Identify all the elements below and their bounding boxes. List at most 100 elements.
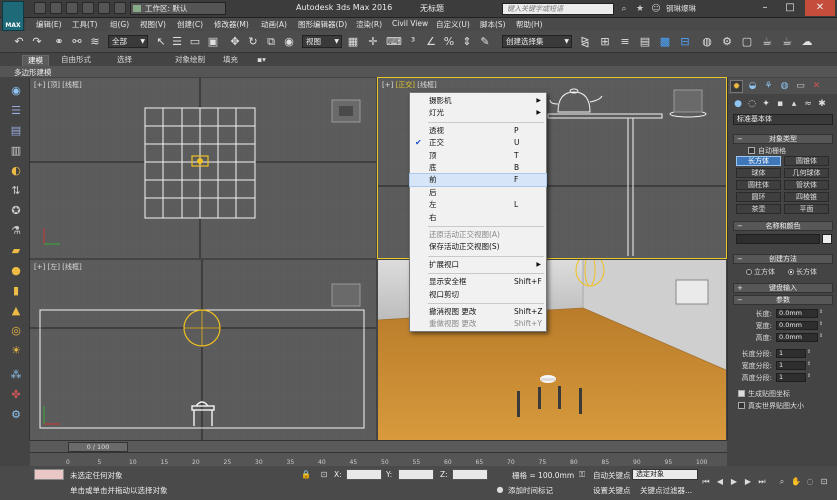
minimize-icon[interactable]: – <box>753 0 777 16</box>
user-icon[interactable]: ☺ <box>650 3 662 15</box>
filter-icon[interactable]: ▥ <box>9 144 23 158</box>
graphite-toggle-icon[interactable]: ▤ <box>638 35 652 49</box>
undo-quick-icon[interactable] <box>82 2 94 14</box>
cylinder-primitive-icon[interactable]: ▮ <box>9 284 23 298</box>
torus-primitive-icon[interactable]: ◎ <box>9 324 23 338</box>
height-segs-field[interactable]: 1 <box>776 373 806 382</box>
z-coordinate-field[interactable] <box>452 469 488 480</box>
select-manipulate-icon[interactable]: ✛ <box>366 35 380 49</box>
menu-help[interactable]: 帮助(H) <box>516 19 543 30</box>
close-icon[interactable]: ✕ <box>805 0 835 16</box>
context-menu-item[interactable]: 前F <box>409 173 547 188</box>
key-icon[interactable]: ⚿ <box>576 469 588 481</box>
next-frame-icon[interactable]: ▶ <box>742 476 754 488</box>
real-world-map-checkbox[interactable]: 真实世界贴图大小 <box>738 401 804 411</box>
context-menu-item[interactable]: 视口剪切 <box>410 289 546 301</box>
redo-quick-icon[interactable] <box>98 2 110 14</box>
parameters-rollout[interactable]: − 参数 <box>733 295 833 305</box>
curve-editor-icon[interactable]: ▩ <box>658 35 672 49</box>
helpers-icon[interactable]: ▴ <box>788 98 800 110</box>
align-icon[interactable]: ⊞ <box>598 35 612 49</box>
teapot-button[interactable]: 茶壶 <box>736 204 781 214</box>
autogrid-checkbox[interactable]: 自动栅格 <box>748 146 786 156</box>
ribbon-tab-object-paint[interactable]: 对象绘制 <box>170 55 210 66</box>
box-primitive-icon[interactable]: ▰ <box>9 244 23 258</box>
menu-group[interactable]: 组(G) <box>110 19 129 30</box>
spacewarp-icon[interactable]: ⁂ <box>9 368 23 382</box>
ribbon-tab-freeform[interactable]: 自由形式 <box>56 55 96 66</box>
search-input[interactable]: 键入关键字或短语 <box>502 3 614 15</box>
hierarchy-icon[interactable]: ✪ <box>9 204 23 218</box>
menu-tools[interactable]: 工具(T) <box>72 19 97 30</box>
length-segs-spinner[interactable]: ⇕ <box>807 349 812 358</box>
ribbon-tab-selection[interactable]: 选择 <box>112 55 137 66</box>
lock-selection-icon[interactable]: 🔒 <box>300 469 312 481</box>
sphere-button[interactable]: 球体 <box>736 168 781 178</box>
go-to-start-icon[interactable]: ⏮ <box>700 476 712 488</box>
height-field[interactable]: 0.0mm <box>776 333 818 342</box>
time-slider[interactable]: 0 / 100 <box>68 442 128 452</box>
render-production-icon[interactable]: ☕ <box>760 35 774 49</box>
link-icon[interactable]: ⚭ <box>52 35 66 49</box>
motion-tab-icon[interactable]: ◍ <box>778 80 791 93</box>
app-logo[interactable]: MAX <box>2 1 24 31</box>
context-menu-item[interactable]: 还原活动正交视图(A) <box>410 229 546 241</box>
menu-scripting[interactable]: 脚本(S) <box>480 19 506 30</box>
pyramid-button[interactable]: 四棱锥 <box>784 192 829 202</box>
spinner-snap-icon[interactable]: ⇕ <box>460 35 474 49</box>
spacewarps-icon[interactable]: ≈ <box>802 98 814 110</box>
move-icon[interactable]: ✥ <box>228 35 242 49</box>
bind-spacewarp-icon[interactable]: ≋ <box>88 35 102 49</box>
viewport-top[interactable]: [+] [顶] [线框] <box>30 78 376 258</box>
track-bar[interactable]: 0 5 10 15 20 25 30 35 40 45 50 55 60 65 70 75 80 85 90 95 10… <box>30 452 727 466</box>
selection-filter-dropdown[interactable]: 全部 ▼ <box>108 35 148 48</box>
width-segs-spinner[interactable]: ⇕ <box>807 361 812 370</box>
context-menu-item[interactable]: 显示安全框 Shift+F <box>410 276 546 288</box>
menu-graph-editors[interactable]: 图形编辑器(D) <box>298 19 347 30</box>
create-tab-icon[interactable]: ✹ <box>730 80 743 93</box>
context-menu-item[interactable]: 保存活动正交视图(S) <box>410 241 546 253</box>
helper-icon[interactable]: ✤ <box>9 388 23 402</box>
rendered-frame-window-icon[interactable]: ▢ <box>740 35 754 49</box>
menu-civil-view[interactable]: Civil View <box>392 19 428 28</box>
sort-icon[interactable]: ⇅ <box>9 184 23 198</box>
height-spinner[interactable]: ⇕ <box>819 333 824 342</box>
rotate-icon[interactable]: ↻ <box>246 35 260 49</box>
search-icon[interactable]: ⌕ <box>618 3 630 15</box>
percent-snap-icon[interactable]: % <box>442 35 456 49</box>
systems-icon[interactable]: ✱ <box>816 98 828 110</box>
orbit-icon[interactable]: ◌ <box>804 476 816 488</box>
box-radio[interactable]: 长方体 <box>788 267 817 277</box>
pivot-center-icon[interactable]: ▦ <box>346 35 360 49</box>
sphere-primitive-icon[interactable]: ● <box>9 264 23 278</box>
viewport-front-label[interactable]: [+] [正交] [线框] <box>382 80 437 90</box>
hierarchy-tab-icon[interactable]: ⚘ <box>762 80 775 93</box>
keyboard-shortcut-icon[interactable]: ⌨ <box>386 35 402 49</box>
rectangular-selection-icon[interactable]: ▭ <box>188 35 202 49</box>
modify-tab-icon[interactable]: ◒ <box>746 80 759 93</box>
lights-icon[interactable]: ✦ <box>760 98 772 110</box>
select-by-name-icon[interactable]: ☰ <box>170 35 184 49</box>
systems-icon[interactable]: ⚙ <box>9 408 23 422</box>
scale-icon[interactable]: ⧉ <box>264 35 278 49</box>
geosphere-button[interactable]: 几何球体 <box>784 168 829 178</box>
display-tab-icon[interactable]: ▭ <box>794 80 807 93</box>
menu-view[interactable]: 视图(V) <box>140 19 166 30</box>
object-name-field[interactable] <box>736 234 820 244</box>
open-file-icon[interactable] <box>50 2 62 14</box>
width-field[interactable]: 0.0mm <box>776 321 818 330</box>
placement-icon[interactable]: ◉ <box>282 35 296 49</box>
render-iterative-icon[interactable]: ☕ <box>780 35 794 49</box>
context-menu-item[interactable]: 顶T <box>410 150 546 162</box>
width-spinner[interactable]: ⇕ <box>819 321 824 330</box>
unlink-icon[interactable]: ⚯ <box>70 35 84 49</box>
context-menu-item[interactable]: ✔ 正交 U <box>410 137 546 149</box>
sun-light-icon[interactable]: ☀ <box>9 344 23 358</box>
width-segs-field[interactable]: 1 <box>776 361 806 370</box>
key-selection-dropdown[interactable]: 选定对象 <box>632 469 698 480</box>
new-file-icon[interactable] <box>34 2 46 14</box>
workspace-dropdown[interactable]: 工作区: 默认 <box>130 2 226 15</box>
primitive-category-dropdown[interactable]: 标准基本体 <box>733 114 833 125</box>
ribbon-panel-label[interactable]: 多边形建模 <box>14 67 52 78</box>
tube-button[interactable]: 管状体 <box>784 180 829 190</box>
